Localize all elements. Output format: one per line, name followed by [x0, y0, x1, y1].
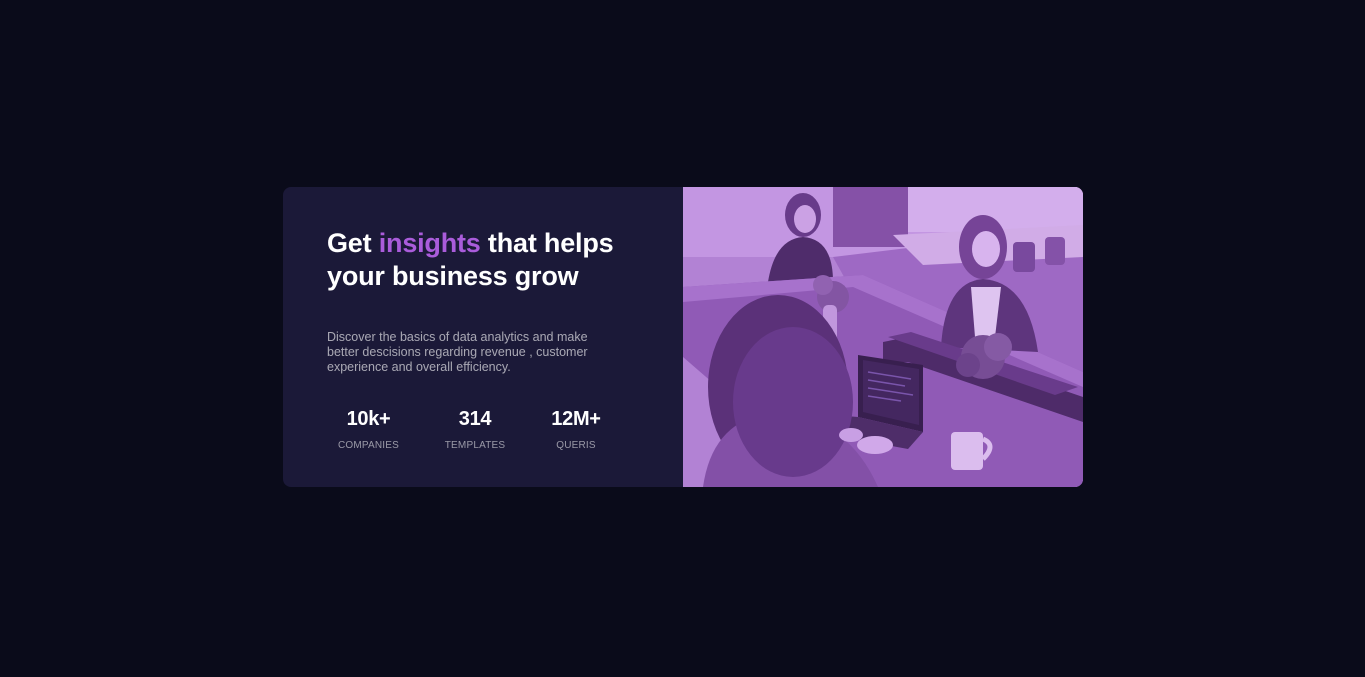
stat-label: TEMPLATES — [444, 440, 506, 451]
card-content: Get insights that helps your business gr… — [283, 187, 683, 487]
stats-row: 10k+ COMPANIES 314 TEMPLATES 12M+ QUERIS — [327, 407, 627, 452]
stat-label: COMPANIES — [337, 440, 400, 451]
stat-queries: 12M+ QUERIS — [540, 407, 612, 452]
stat-companies: 10k+ COMPANIES — [327, 407, 410, 452]
headline-accent: insights — [378, 228, 481, 258]
header-image — [683, 187, 1083, 487]
stat-value: 314 — [458, 408, 492, 430]
stat-label: QUERIS — [556, 440, 596, 451]
headline-prefix: Get — [327, 228, 379, 258]
description: Discover the basics of data analytics an… — [327, 330, 588, 374]
headline: Get insights that helps your business gr… — [327, 227, 647, 293]
office-photo-illustration — [683, 187, 1083, 487]
stats-preview-card: Get insights that helps your business gr… — [283, 187, 1083, 487]
stat-templates: 314 TEMPLATES — [410, 407, 540, 452]
stat-value: 10k+ — [346, 408, 391, 430]
stat-value: 12M+ — [551, 408, 601, 430]
